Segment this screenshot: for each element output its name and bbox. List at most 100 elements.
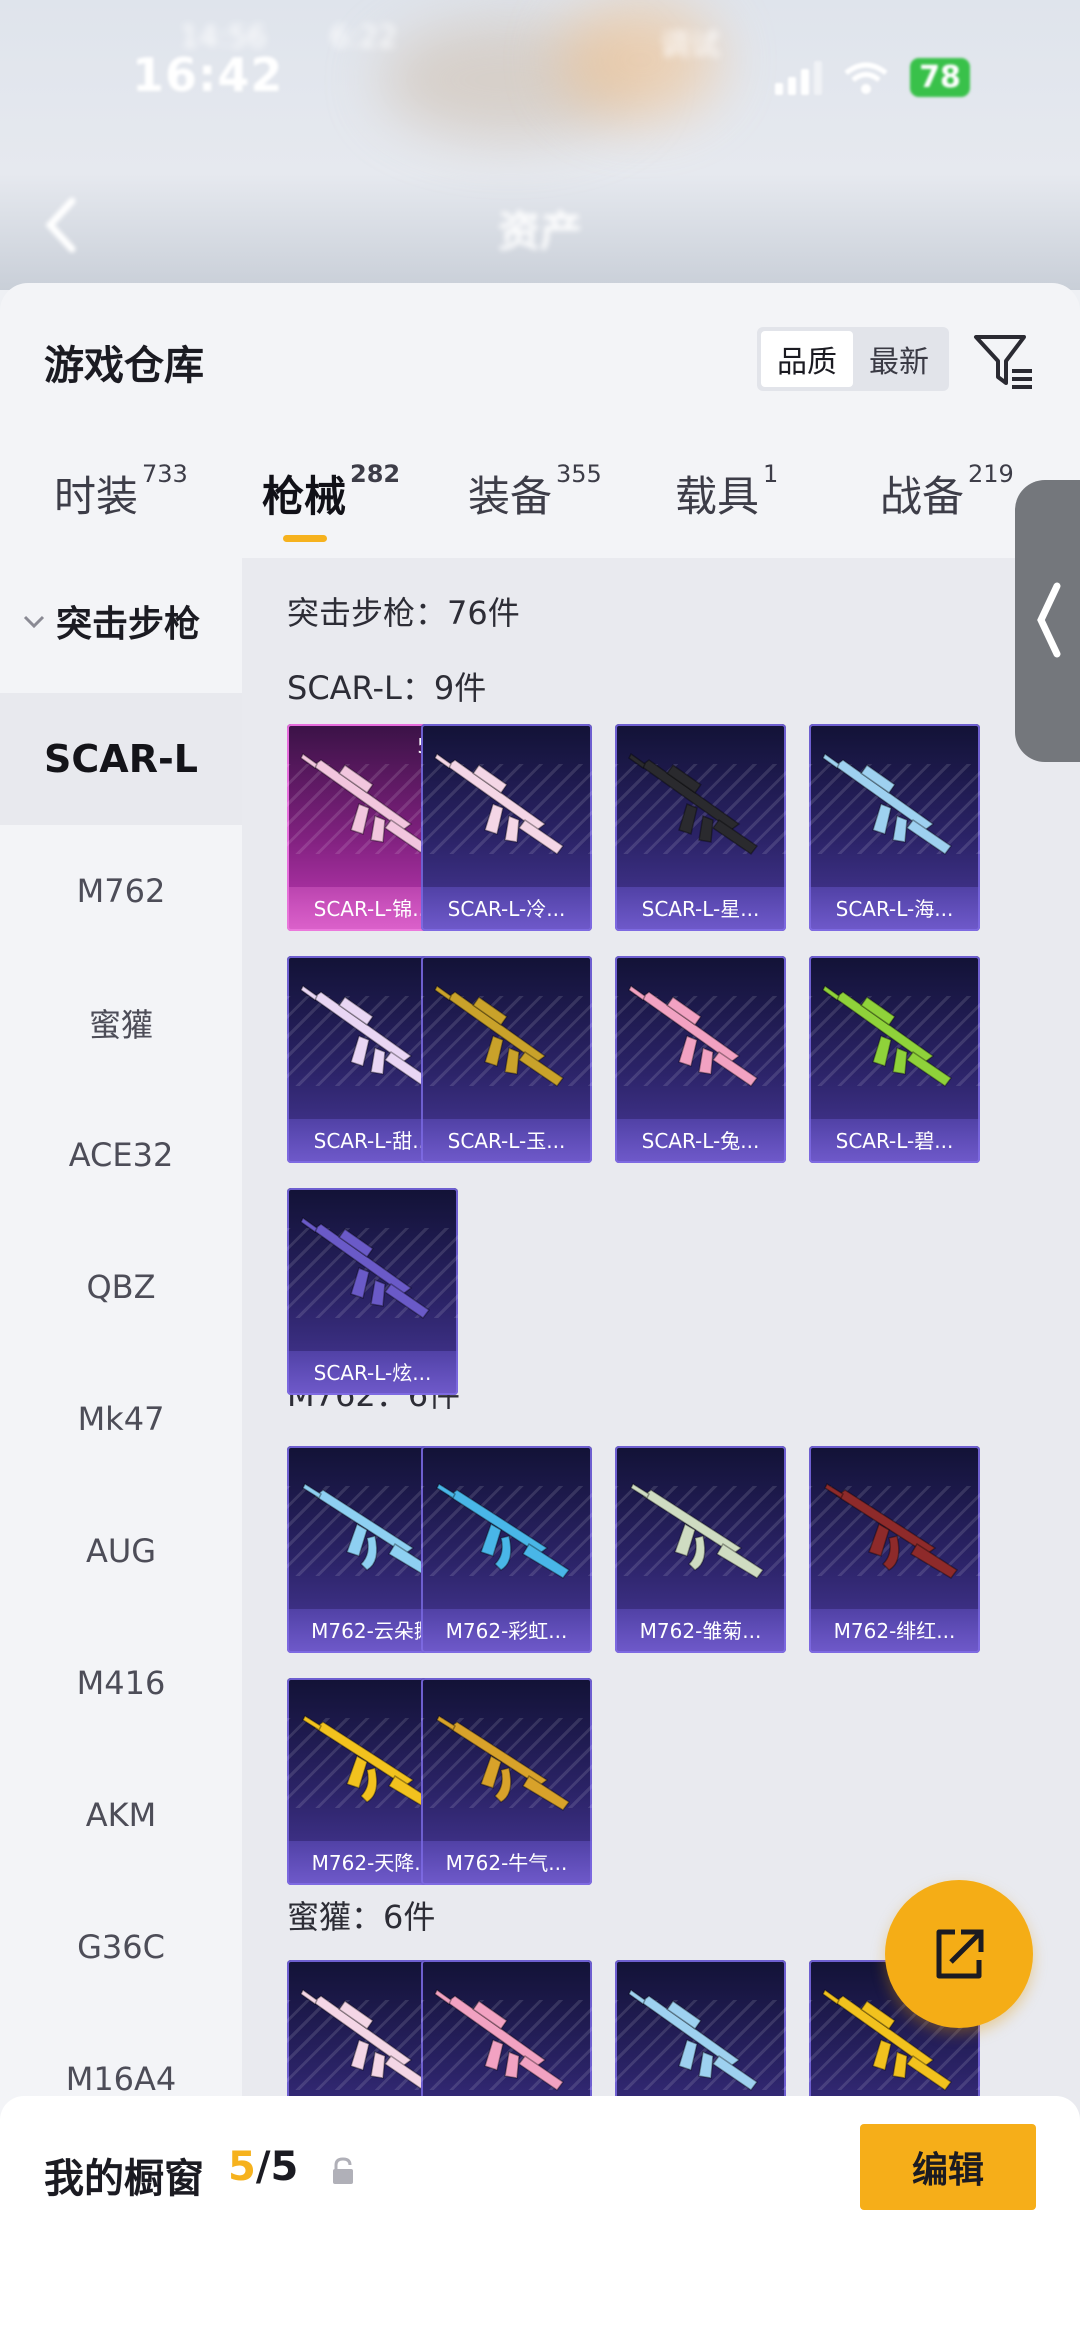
showcase-count: 5/5 <box>228 2144 299 2190</box>
edit-button[interactable]: 编辑 <box>860 2124 1036 2210</box>
rifle-shape <box>698 1046 714 1075</box>
back-icon[interactable] <box>40 195 80 255</box>
category-tabs: 时装 733 枪械 282 装备 355 载具 1 战备 219 <box>0 460 1080 543</box>
rifle-shape <box>447 1721 549 1787</box>
weapon-card[interactable]: M762-牛气... <box>421 1678 592 1885</box>
rifle-icon <box>436 1714 571 1811</box>
category-header: 突击步枪：76件 <box>287 594 520 632</box>
tab-supplies[interactable]: 战备 219 <box>880 460 1014 524</box>
weapon-card[interactable]: SCAR-L-兔... <box>615 956 786 1163</box>
rifle-shape <box>872 803 892 835</box>
rifle-shape <box>892 2050 908 2079</box>
weapon-card-name: SCAR-L-冷... <box>421 887 592 931</box>
rifle-shape <box>350 2039 370 2071</box>
weapon-sidebar: 突击步枪 SCAR-L M762 蜜獾 ACE32 QBZ Mk47 AUG M… <box>0 558 242 2341</box>
weapon-card-name: SCAR-L-兔... <box>615 1119 786 1163</box>
rifle-icon <box>822 984 953 1088</box>
showcase-bar: 我的橱窗 5/5 编辑 <box>0 2096 1080 2341</box>
weapon-card-name: SCAR-L-玉... <box>421 1119 592 1163</box>
sidebar-item-aug[interactable]: AUG <box>0 1485 242 1617</box>
sort-quality-button[interactable]: 品质 <box>761 331 853 387</box>
rifle-shape <box>313 1721 415 1787</box>
rifle-icon <box>628 752 759 856</box>
chevron-down-icon <box>23 615 45 628</box>
rifle-shape <box>484 1035 504 1067</box>
share-button[interactable] <box>885 1880 1033 2028</box>
blurred-text: 调试 <box>660 28 720 63</box>
chevron-left-icon <box>1037 582 1061 658</box>
tab-fashion[interactable]: 时装 733 <box>54 460 188 524</box>
page-title: 资产 <box>498 207 583 256</box>
sort-latest-button[interactable]: 最新 <box>853 331 945 387</box>
sidebar-item-honey-badger[interactable]: 蜜獾 <box>0 957 242 1089</box>
rifle-shape <box>484 2039 504 2071</box>
weapon-card[interactable]: SCAR-L-碧... <box>809 956 980 1163</box>
section-header-scar-l: SCAR-L：9件 <box>287 669 487 707</box>
weapon-card-name: M762-彩虹... <box>421 1609 592 1653</box>
rifle-shape <box>302 1482 322 1500</box>
rifle-shape <box>434 752 452 770</box>
filter-icon[interactable] <box>970 327 1036 393</box>
rifle-shape <box>370 814 386 843</box>
weapon-card[interactable]: M762-绯红... <box>809 1446 980 1653</box>
rifle-shape <box>313 1489 415 1555</box>
tab-vehicles[interactable]: 载具 1 <box>675 460 778 524</box>
weapon-card[interactable]: M762-雏菊... <box>615 1446 786 1653</box>
sheet-title: 游戏仓库 <box>44 343 204 389</box>
rifle-shape <box>698 2050 714 2079</box>
weapon-card-name: M762-牛气... <box>421 1841 592 1885</box>
drawer-handle[interactable] <box>1015 480 1080 762</box>
rifle-shape <box>678 1035 698 1067</box>
rifle-shape <box>434 1988 452 2006</box>
rifle-shape <box>300 984 318 1002</box>
weapon-card[interactable]: SCAR-L-炫... <box>287 1188 458 1395</box>
rifle-shape <box>434 984 452 1002</box>
sort-toggle: 品质 最新 <box>757 327 949 391</box>
sidebar-item-g36c[interactable]: G36C <box>0 1881 242 2013</box>
rifle-shape <box>678 2039 698 2071</box>
rifle-shape <box>698 814 714 843</box>
lock-icon <box>333 2157 353 2184</box>
rifle-shape <box>678 803 698 835</box>
rifle-icon <box>434 752 565 856</box>
weapon-grid: 突击步枪：76件 SCAR-L：9件 M762：6件 蜜獾：6件 5级 SCAR… <box>242 558 1080 2341</box>
weapon-card[interactable]: SCAR-L-海... <box>809 724 980 931</box>
weapon-card[interactable]: SCAR-L-冷... <box>421 724 592 931</box>
sidebar-group-assault-rifles[interactable]: 突击步枪 <box>0 558 242 683</box>
sidebar-item-m416[interactable]: M416 <box>0 1617 242 1749</box>
warehouse-sheet: 游戏仓库 品质 最新 时装 733 枪械 282 装备 355 载具 1 战备 219 突… <box>0 283 1080 2341</box>
rifle-shape <box>300 1988 318 2006</box>
weapon-card-name: SCAR-L-碧... <box>809 1119 980 1163</box>
tab-equipment[interactable]: 装备 355 <box>468 460 602 524</box>
tab-guns[interactable]: 枪械 282 <box>262 460 400 524</box>
status-icons: 78 <box>775 58 970 97</box>
rifle-shape <box>447 1489 549 1555</box>
weapon-card[interactable]: SCAR-L-星... <box>615 724 786 931</box>
battery-indicator: 78 <box>910 58 970 97</box>
sidebar-item-m762[interactable]: M762 <box>0 825 242 957</box>
sidebar-item-scar-l[interactable]: SCAR-L <box>0 693 242 825</box>
sidebar-item-ace32[interactable]: ACE32 <box>0 1089 242 1221</box>
rifle-shape <box>892 1046 908 1075</box>
rifle-icon <box>300 1216 431 1320</box>
signal-icon <box>775 60 822 95</box>
rifle-shape <box>628 752 646 770</box>
weapon-card[interactable]: M762-彩虹... <box>421 1446 592 1653</box>
sidebar-item-akm[interactable]: AKM <box>0 1749 242 1881</box>
sidebar-item-qbz[interactable]: QBZ <box>0 1221 242 1353</box>
share-icon <box>936 1929 984 1979</box>
rifle-shape <box>300 752 318 770</box>
rifle-shape <box>628 984 646 1002</box>
rifle-shape <box>504 814 520 843</box>
weapon-card-name: SCAR-L-海... <box>809 887 980 931</box>
sidebar-item-mk47[interactable]: Mk47 <box>0 1353 242 1485</box>
rifle-shape <box>835 1489 937 1555</box>
rifle-shape <box>824 1482 844 1500</box>
weapon-card-name: SCAR-L-星... <box>615 887 786 931</box>
weapon-card-name: SCAR-L-炫... <box>287 1351 458 1395</box>
rifle-shape <box>822 752 840 770</box>
rifle-shape <box>300 1216 318 1234</box>
weapon-card[interactable]: SCAR-L-玉... <box>421 956 592 1163</box>
rifle-shape <box>641 1489 743 1555</box>
rifle-shape <box>350 1035 370 1067</box>
